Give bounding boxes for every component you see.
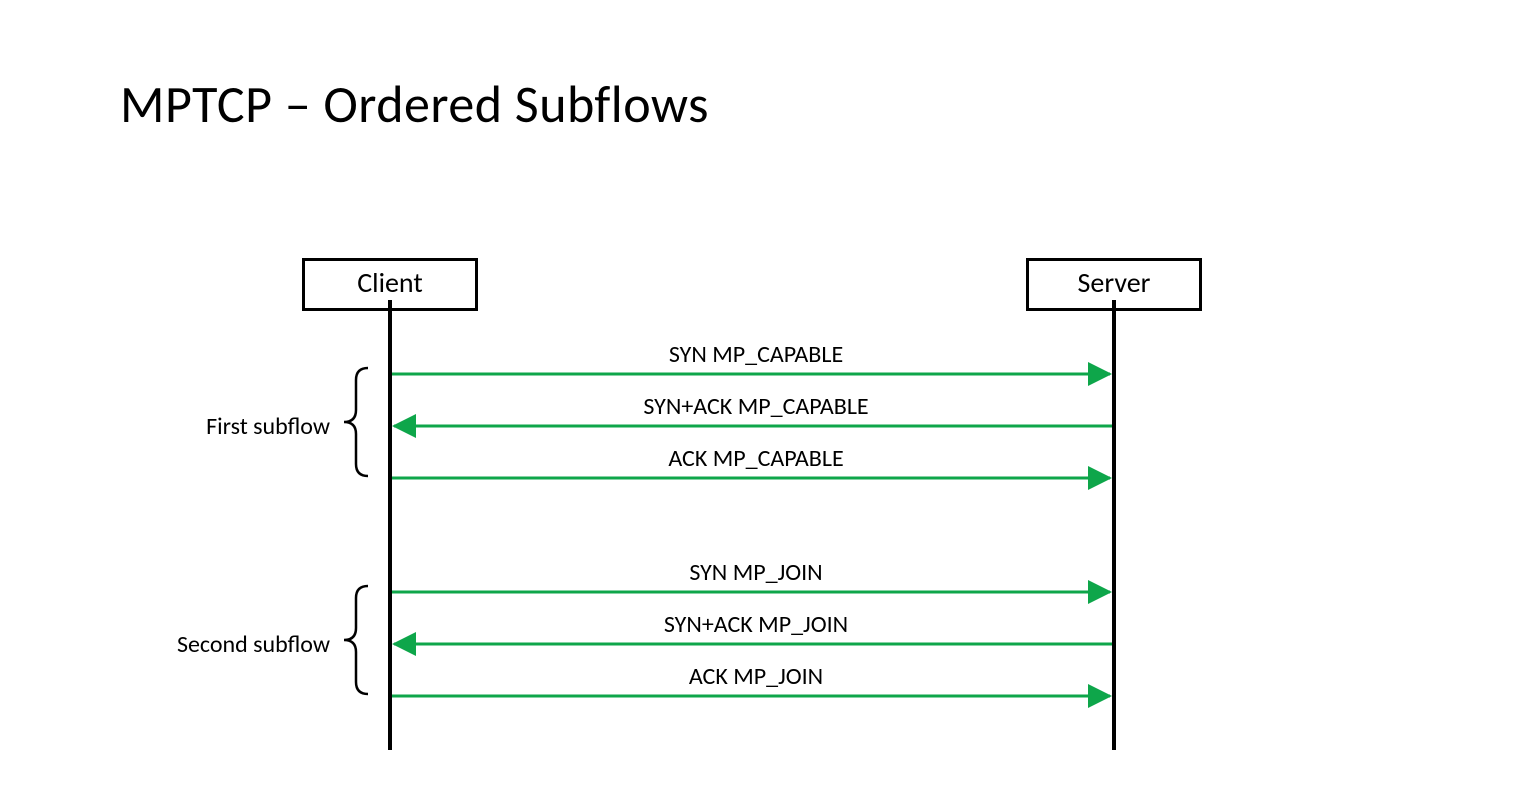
brace-first (344, 368, 368, 476)
sequence-diagram: Client Server SYN MP_CAPABLE SYN+ACK MP_… (0, 0, 1536, 790)
brace-second (344, 586, 368, 694)
arrows-layer (0, 0, 1536, 790)
